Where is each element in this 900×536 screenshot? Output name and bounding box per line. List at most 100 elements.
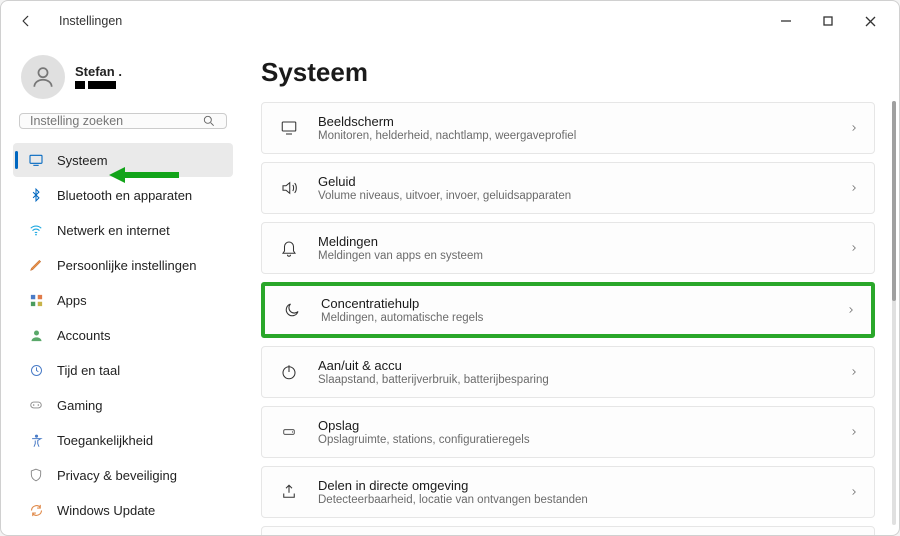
- sidebar-item-apps[interactable]: Apps: [13, 283, 233, 317]
- update-icon: [27, 501, 45, 519]
- back-arrow-icon: [19, 14, 33, 28]
- accounts-icon: [27, 326, 45, 344]
- card-focus-assist[interactable]: Concentratiehulp Meldingen, automatische…: [261, 282, 875, 338]
- clock-icon: [27, 361, 45, 379]
- card-text: Beeldscherm Monitoren, helderheid, nacht…: [318, 114, 850, 142]
- moon-icon: [281, 299, 303, 321]
- search-box[interactable]: [19, 113, 227, 129]
- card-multitasking[interactable]: Multitasking Vensters vastmaken, bureaub…: [261, 526, 875, 535]
- card-text: Concentratiehulp Meldingen, automatische…: [321, 296, 847, 324]
- chevron-right-icon: [850, 182, 858, 194]
- minimize-button[interactable]: [765, 7, 807, 35]
- back-button[interactable]: [9, 4, 43, 38]
- card-sound[interactable]: Geluid Volume niveaus, uitvoer, invoer, …: [261, 162, 875, 214]
- main-panel: Systeem Beeldscherm Monitoren, helderhei…: [241, 41, 899, 535]
- card-sub: Opslagruimte, stations, configuratierege…: [318, 434, 850, 446]
- sidebar-nav: Systeem Bluetooth en apparaten Netwerk e…: [13, 143, 233, 527]
- power-icon: [278, 361, 300, 383]
- card-storage[interactable]: Opslag Opslagruimte, stations, configura…: [261, 406, 875, 458]
- avatar: [21, 55, 65, 99]
- bell-icon: [278, 237, 300, 259]
- sidebar-item-accessibility[interactable]: Toegankelijkheid: [13, 423, 233, 457]
- card-notifications[interactable]: Meldingen Meldingen van apps en systeem: [261, 222, 875, 274]
- sidebar-item-update[interactable]: Windows Update: [13, 493, 233, 527]
- card-power[interactable]: Aan/uit & accu Slaapstand, batterijverbr…: [261, 346, 875, 398]
- card-text: Geluid Volume niveaus, uitvoer, invoer, …: [318, 174, 850, 202]
- card-sub: Slaapstand, batterijverbruik, batterijbe…: [318, 374, 850, 386]
- sidebar-item-network[interactable]: Netwerk en internet: [13, 213, 233, 247]
- card-text: Delen in directe omgeving Detecteerbaarh…: [318, 478, 850, 506]
- close-button[interactable]: [849, 7, 891, 35]
- sidebar-item-label: Apps: [57, 293, 87, 308]
- card-display[interactable]: Beeldscherm Monitoren, helderheid, nacht…: [261, 102, 875, 154]
- window-controls: [765, 7, 891, 35]
- content-area: Stefan . Systeem Bluetooth en apparate: [1, 41, 899, 535]
- card-sub: Meldingen, automatische regels: [321, 312, 847, 324]
- accessibility-icon: [27, 431, 45, 449]
- card-sub: Volume niveaus, uitvoer, invoer, geluids…: [318, 190, 850, 202]
- sidebar-item-time[interactable]: Tijd en taal: [13, 353, 233, 387]
- card-nearby-share[interactable]: Delen in directe omgeving Detecteerbaarh…: [261, 466, 875, 518]
- apps-icon: [27, 291, 45, 309]
- scrollbar-thumb[interactable]: [892, 101, 896, 301]
- sidebar-item-label: Netwerk en internet: [57, 223, 170, 238]
- sidebar-item-privacy[interactable]: Privacy & beveiliging: [13, 458, 233, 492]
- chevron-right-icon: [850, 242, 858, 254]
- share-icon: [278, 481, 300, 503]
- chevron-right-icon: [850, 486, 858, 498]
- card-title: Aan/uit & accu: [318, 358, 850, 373]
- system-icon: [27, 151, 45, 169]
- chevron-right-icon: [850, 366, 858, 378]
- card-title: Geluid: [318, 174, 850, 189]
- settings-window: Instellingen Stefan .: [0, 0, 900, 536]
- titlebar: Instellingen: [1, 1, 899, 41]
- profile-block[interactable]: Stefan .: [13, 49, 233, 113]
- person-icon: [30, 64, 56, 90]
- sidebar-item-label: Toegankelijkheid: [57, 433, 153, 448]
- chevron-right-icon: [850, 426, 858, 438]
- gaming-icon: [27, 396, 45, 414]
- sidebar-item-accounts[interactable]: Accounts: [13, 318, 233, 352]
- wifi-icon: [27, 221, 45, 239]
- sidebar: Stefan . Systeem Bluetooth en apparate: [1, 41, 241, 535]
- sidebar-item-gaming[interactable]: Gaming: [13, 388, 233, 422]
- search-icon: [202, 114, 216, 128]
- sidebar-item-label: Accounts: [57, 328, 110, 343]
- sidebar-item-label: Persoonlijke instellingen: [57, 258, 196, 273]
- brush-icon: [27, 256, 45, 274]
- sidebar-item-personalization[interactable]: Persoonlijke instellingen: [13, 248, 233, 282]
- sidebar-item-bluetooth[interactable]: Bluetooth en apparaten: [13, 178, 233, 212]
- sidebar-item-label: Windows Update: [57, 503, 155, 518]
- profile-name: Stefan .: [75, 64, 122, 79]
- shield-icon: [27, 466, 45, 484]
- card-sub: Meldingen van apps en systeem: [318, 250, 850, 262]
- storage-icon: [278, 421, 300, 443]
- profile-texts: Stefan .: [75, 64, 122, 91]
- sidebar-item-label: Tijd en taal: [57, 363, 120, 378]
- card-text: Aan/uit & accu Slaapstand, batterijverbr…: [318, 358, 850, 386]
- search-input[interactable]: [30, 114, 202, 128]
- bluetooth-icon: [27, 186, 45, 204]
- window-title: Instellingen: [59, 14, 122, 28]
- sidebar-item-label: Privacy & beveiliging: [57, 468, 177, 483]
- page-title: Systeem: [261, 57, 875, 88]
- maximize-button[interactable]: [807, 7, 849, 35]
- card-title: Beeldscherm: [318, 114, 850, 129]
- chevron-right-icon: [847, 304, 855, 316]
- sidebar-item-label: Gaming: [57, 398, 103, 413]
- close-icon: [865, 16, 876, 27]
- card-title: Concentratiehulp: [321, 296, 847, 311]
- card-title: Delen in directe omgeving: [318, 478, 850, 493]
- display-icon: [278, 117, 300, 139]
- sound-icon: [278, 177, 300, 199]
- card-title: Meldingen: [318, 234, 850, 249]
- chevron-right-icon: [850, 122, 858, 134]
- sidebar-item-system[interactable]: Systeem: [13, 143, 233, 177]
- profile-subtext: [75, 79, 122, 91]
- card-text: Opslag Opslagruimte, stations, configura…: [318, 418, 850, 446]
- card-text: Meldingen Meldingen van apps en systeem: [318, 234, 850, 262]
- card-title: Opslag: [318, 418, 850, 433]
- card-sub: Detecteerbaarheid, locatie van ontvangen…: [318, 494, 850, 506]
- maximize-icon: [823, 16, 833, 26]
- minimize-icon: [781, 16, 791, 26]
